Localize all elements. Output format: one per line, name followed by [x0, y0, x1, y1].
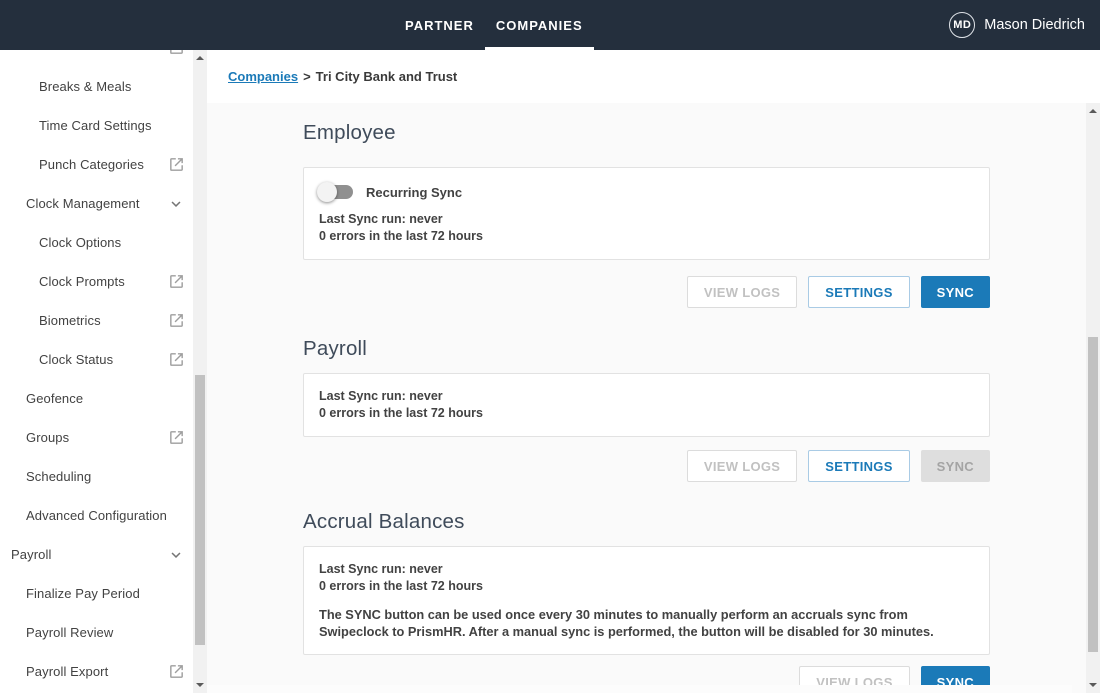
breadcrumb: Companies > Tri City Bank and Trust	[207, 50, 1100, 103]
chevron-down-icon	[167, 546, 185, 564]
last-sync-text: Last Sync run: never	[319, 388, 974, 405]
sync-button: SYNC	[921, 450, 990, 482]
sidebar-item-label: Biometrics	[39, 313, 101, 328]
external-link-icon	[167, 273, 185, 291]
avatar[interactable]: MD	[949, 12, 975, 38]
scroll-up-icon[interactable]	[1086, 104, 1100, 118]
employee-sync-card: Recurring Sync Last Sync run: never 0 er…	[303, 167, 990, 260]
error-count-text: 0 errors in the last 72 hours	[319, 578, 974, 595]
sidebar-item-groups[interactable]: Groups	[0, 418, 193, 457]
settings-button[interactable]: SETTINGS	[808, 276, 909, 308]
sidebar-item-label: Clock Options	[39, 235, 121, 250]
sidebar-item-breaks-meals[interactable]: Breaks & Meals	[0, 67, 193, 106]
sidebar-scrollbar[interactable]	[193, 50, 207, 693]
section-payroll: Payroll Last Sync run: never 0 errors in…	[303, 308, 990, 482]
sidebar-item-label: Clock Management	[26, 196, 140, 211]
payroll-button-row: VIEW LOGS SETTINGS SYNC	[303, 450, 990, 482]
sidebar-item-time-card-settings[interactable]: Time Card Settings	[0, 106, 193, 145]
app-window: Breaks & Meals Time Card Settings Punch …	[0, 0, 1100, 693]
view-logs-button: VIEW LOGS	[687, 450, 797, 482]
tab-companies[interactable]: COMPANIES	[485, 0, 594, 50]
view-logs-button: VIEW LOGS	[687, 276, 797, 308]
toggle-label: Recurring Sync	[366, 185, 462, 200]
sync-usage-note: The SYNC button can be used once every 3…	[319, 607, 974, 640]
sidebar-item-label: Clock Status	[39, 352, 113, 367]
sidebar-item-payroll-export[interactable]: Payroll Export	[0, 652, 193, 691]
sidebar-item-label: Punch Categories	[39, 157, 144, 172]
user-name: Mason Diedrich	[984, 17, 1085, 33]
content-scroll-area: Employee Recurring Sync Last Sync run: n…	[207, 103, 1086, 693]
chevron-down-icon	[167, 195, 185, 213]
error-count-text: 0 errors in the last 72 hours	[319, 228, 974, 245]
sidebar-item-label: Time Card Settings	[39, 118, 152, 133]
user-menu[interactable]: MD Mason Diedrich	[949, 0, 1085, 50]
sidebar-scrollbar-thumb[interactable]	[195, 375, 205, 645]
top-navbar: PARTNER COMPANIES MD Mason Diedrich	[0, 0, 1100, 50]
sidebar-item-label: Payroll	[11, 547, 51, 562]
sidebar-item-clock-prompts[interactable]: Clock Prompts	[0, 262, 193, 301]
sidebar-item-label: Advanced Configuration	[26, 508, 167, 523]
sidebar-item-label: Geofence	[26, 391, 83, 406]
scroll-down-icon[interactable]	[1086, 678, 1100, 692]
last-sync-text: Last Sync run: never	[319, 211, 974, 228]
toggle-off-icon[interactable]	[319, 182, 353, 202]
recurring-sync-toggle[interactable]: Recurring Sync	[319, 182, 974, 202]
sidebar-item-clock-status[interactable]: Clock Status	[0, 340, 193, 379]
scroll-down-icon[interactable]	[193, 678, 207, 692]
employee-button-row: VIEW LOGS SETTINGS SYNC	[303, 276, 990, 308]
sidebar-item-scheduling[interactable]: Scheduling	[0, 457, 193, 496]
external-link-icon	[167, 351, 185, 369]
sidebar-item-label: Groups	[26, 430, 69, 445]
sidebar-nav-list: Breaks & Meals Time Card Settings Punch …	[0, 28, 193, 691]
sidebar-item-label: Clock Prompts	[39, 274, 125, 289]
tab-partner[interactable]: PARTNER	[394, 0, 485, 50]
payroll-sync-card: Last Sync run: never 0 errors in the las…	[303, 373, 990, 437]
external-link-icon	[167, 312, 185, 330]
sidebar-item-biometrics[interactable]: Biometrics	[0, 301, 193, 340]
main-scrollbar[interactable]	[1086, 103, 1100, 693]
section-accrual-balances: Accrual Balances Last Sync run: never 0 …	[303, 482, 990, 693]
sidebar-item-geofence[interactable]: Geofence	[0, 379, 193, 418]
sidebar-item-clock-management[interactable]: Clock Management	[0, 184, 193, 223]
sidebar-item-punch-categories[interactable]: Punch Categories	[0, 145, 193, 184]
sidebar-item-label: Breaks & Meals	[39, 79, 131, 94]
scroll-up-icon[interactable]	[193, 51, 207, 65]
accrual-sync-card: Last Sync run: never 0 errors in the las…	[303, 546, 990, 655]
main-area: Companies > Tri City Bank and Trust Empl…	[207, 0, 1100, 693]
error-count-text: 0 errors in the last 72 hours	[319, 405, 974, 422]
last-sync-text: Last Sync run: never	[319, 561, 974, 578]
section-employee: Employee Recurring Sync Last Sync run: n…	[303, 103, 990, 308]
sidebar-item-payroll[interactable]: Payroll	[0, 535, 193, 574]
sidebar-item-label: Payroll Review	[26, 625, 113, 640]
external-link-icon	[167, 663, 185, 681]
settings-button[interactable]: SETTINGS	[808, 450, 909, 482]
breadcrumb-companies-link[interactable]: Companies	[228, 69, 298, 84]
external-link-icon	[167, 156, 185, 174]
sidebar-item-label: Payroll Export	[26, 664, 108, 679]
section-title: Accrual Balances	[303, 482, 990, 534]
sidebar-item-finalize-pay-period[interactable]: Finalize Pay Period	[0, 574, 193, 613]
breadcrumb-current-page: Tri City Bank and Trust	[316, 69, 458, 84]
navbar-tabs: PARTNER COMPANIES	[394, 0, 594, 50]
main-scrollbar-thumb[interactable]	[1088, 337, 1098, 652]
sidebar-item-label: Finalize Pay Period	[26, 586, 140, 601]
section-title: Payroll	[303, 308, 990, 361]
external-link-icon	[167, 429, 185, 447]
sidebar: Breaks & Meals Time Card Settings Punch …	[0, 0, 207, 693]
sidebar-item-advanced-configuration[interactable]: Advanced Configuration	[0, 496, 193, 535]
breadcrumb-separator: >	[303, 69, 311, 84]
sidebar-item-clock-options[interactable]: Clock Options	[0, 223, 193, 262]
content-bottom-edge	[207, 685, 1072, 693]
section-title: Employee	[303, 103, 990, 145]
sidebar-item-payroll-review[interactable]: Payroll Review	[0, 613, 193, 652]
sync-button[interactable]: SYNC	[921, 276, 990, 308]
sidebar-item-label: Scheduling	[26, 469, 91, 484]
